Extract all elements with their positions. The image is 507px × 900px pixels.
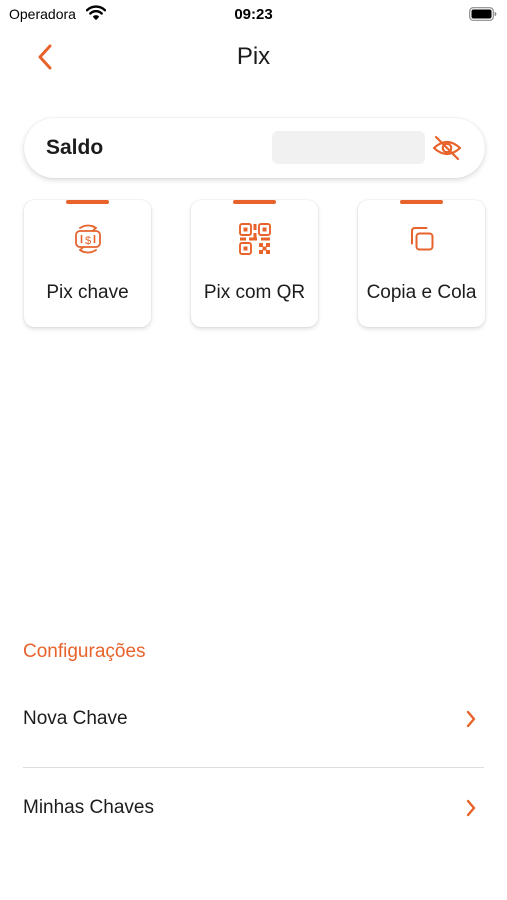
svg-text:$: $ bbox=[84, 235, 90, 247]
chevron-right-icon bbox=[466, 710, 476, 733]
pix-qr-button[interactable]: Pix com QR bbox=[191, 200, 318, 327]
page-title: Pix bbox=[236, 43, 271, 70]
eye-slash-icon bbox=[432, 135, 462, 161]
my-keys-row[interactable]: Minhas Chaves bbox=[23, 779, 484, 839]
pix-key-button[interactable]: $ Pix chave bbox=[24, 200, 151, 327]
status-time: 09:23 bbox=[234, 6, 273, 23]
pix-key-label: Pix chave bbox=[46, 282, 129, 303]
copy-icon bbox=[410, 227, 433, 251]
tile-accent-bar bbox=[233, 200, 276, 204]
copy-paste-label: Copia e Cola bbox=[366, 282, 477, 303]
balance-value-hidden bbox=[272, 131, 425, 164]
balance-card: Saldo bbox=[24, 118, 485, 178]
status-bar: Operadora 09:23 bbox=[0, 0, 507, 28]
battery-icon bbox=[469, 7, 497, 26]
new-key-row[interactable]: Nova Chave bbox=[23, 690, 484, 750]
divider bbox=[23, 767, 484, 768]
settings-section-title: Configurações bbox=[23, 641, 146, 662]
tile-accent-bar bbox=[400, 200, 443, 204]
tile-accent-bar bbox=[66, 200, 109, 204]
qr-code-icon bbox=[238, 223, 271, 255]
toggle-balance-visibility-button[interactable] bbox=[430, 133, 464, 163]
chevron-right-icon bbox=[466, 799, 476, 822]
pix-qr-label: Pix com QR bbox=[203, 282, 306, 303]
copy-paste-button[interactable]: Copia e Cola bbox=[358, 200, 485, 327]
navigation-bar: Pix bbox=[0, 30, 507, 82]
new-key-label: Nova Chave bbox=[23, 708, 128, 729]
balance-label: Saldo bbox=[46, 136, 104, 159]
money-transfer-icon: $ bbox=[74, 224, 101, 254]
my-keys-label: Minhas Chaves bbox=[23, 797, 154, 818]
